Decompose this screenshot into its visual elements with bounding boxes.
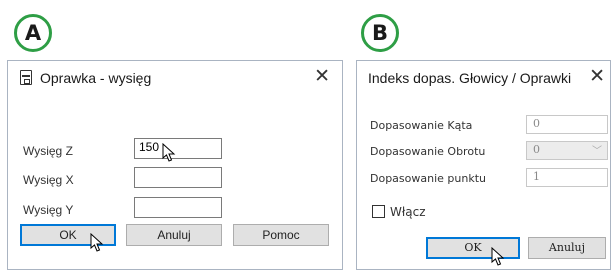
close-icon[interactable]: ✕ xyxy=(314,65,330,87)
mouse-pointer-icon xyxy=(162,143,176,162)
mouse-pointer-icon xyxy=(491,247,505,266)
wysieg-x-input[interactable] xyxy=(134,167,222,188)
close-icon[interactable]: ✕ xyxy=(589,65,605,87)
cancel-button[interactable]: Anuluj xyxy=(528,237,606,259)
wlacz-label: Włącz xyxy=(390,205,426,219)
wysieg-z-input[interactable]: 150 xyxy=(134,138,222,159)
label-badge-b: B xyxy=(361,14,399,52)
badge-b-letter: B xyxy=(371,21,388,45)
dialog-a-titlebar: Oprawka - wysięg ✕ xyxy=(8,61,342,95)
dopasowanie-punktu-label: Dopasowanie punktu xyxy=(370,172,486,185)
wysieg-y-input[interactable] xyxy=(134,197,222,218)
dopasowanie-kata-label: Dopasowanie Kąta xyxy=(370,119,473,132)
dopasowanie-obrotu-select[interactable]: 0 ﹀ xyxy=(526,141,608,160)
wysieg-z-label: Wysięg Z xyxy=(23,144,73,158)
dopasowanie-punktu-input[interactable]: 1 xyxy=(526,168,608,187)
dopasowanie-obrotu-value: 0 xyxy=(533,143,540,156)
cancel-button[interactable]: Anuluj xyxy=(126,224,222,246)
dopasowanie-obrotu-label: Dopasowanie Obrotu xyxy=(370,145,486,158)
wysieg-x-label: Wysięg X xyxy=(23,173,74,187)
ok-button[interactable]: OK xyxy=(426,237,520,259)
wysieg-y-label: Wysięg Y xyxy=(23,203,74,217)
label-badge-a: A xyxy=(14,14,52,52)
wlacz-checkbox[interactable] xyxy=(372,205,385,218)
mouse-pointer-icon xyxy=(90,233,104,252)
indeks-dopasowania-dialog: Indeks dopas. Głowicy / Oprawki ✕ Dopaso… xyxy=(356,60,611,270)
help-button[interactable]: Pomoc xyxy=(233,224,329,246)
badge-a-letter: A xyxy=(24,21,42,45)
dopasowanie-kata-input[interactable]: 0 xyxy=(526,115,608,134)
dialog-b-title: Indeks dopas. Głowicy / Oprawki xyxy=(368,70,572,86)
dialog-b-titlebar: Indeks dopas. Głowicy / Oprawki ✕ xyxy=(357,61,610,95)
oprawka-wysieg-dialog: Oprawka - wysięg ✕ Wysięg Z 150 Wysięg X… xyxy=(7,60,343,270)
app-icon xyxy=(20,70,32,85)
dialog-a-title: Oprawka - wysięg xyxy=(40,70,152,86)
chevron-down-icon: ﹀ xyxy=(592,146,602,157)
